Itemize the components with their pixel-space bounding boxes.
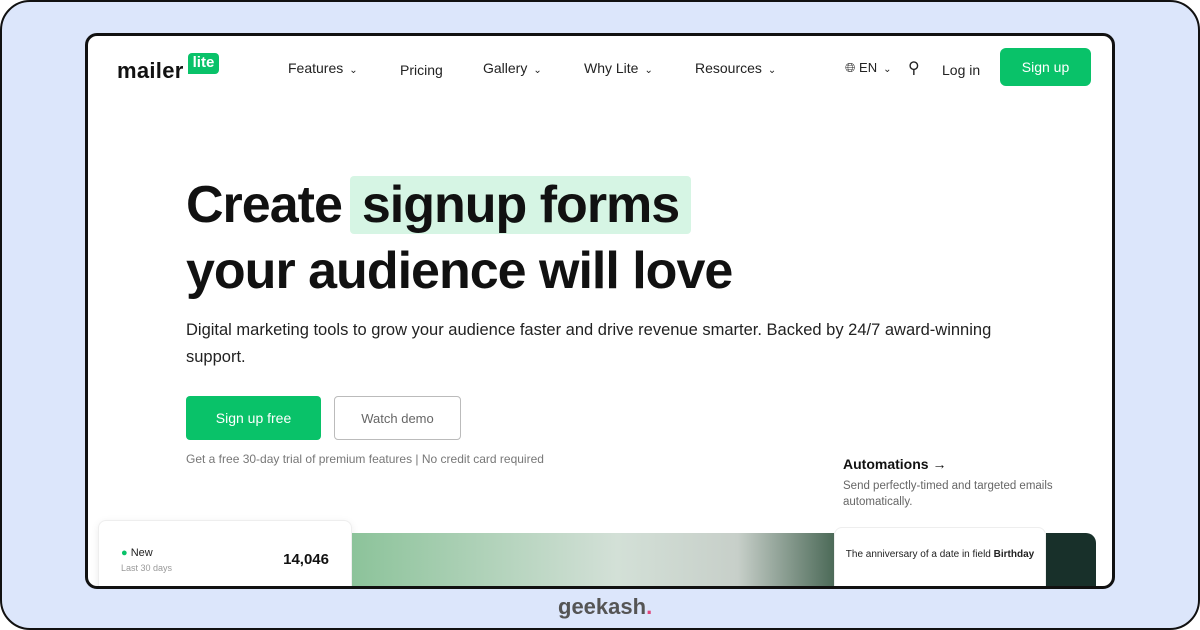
trial-note: Get a free 30-day trial of premium featu… bbox=[186, 452, 544, 466]
chevron-down-icon: ⌄ bbox=[767, 65, 777, 76]
title-start: Create bbox=[186, 176, 343, 234]
trigger-field: Birthday bbox=[993, 549, 1035, 560]
trigger-text: The anniversary of a date in field bbox=[845, 549, 991, 560]
search-icon[interactable]: ⚲ bbox=[908, 58, 920, 78]
nav-features[interactable]: Features ⌄ bbox=[288, 60, 358, 76]
automations-feature[interactable]: Automations → Send perfectly-timed and t… bbox=[843, 456, 1053, 510]
signup-button[interactable]: Sign up bbox=[1000, 48, 1091, 86]
signup-free-button[interactable]: Sign up free bbox=[186, 396, 321, 440]
lang-label: EN bbox=[859, 60, 878, 75]
stat-label-text: New bbox=[130, 547, 153, 559]
chevron-down-icon: ⌄ bbox=[883, 64, 892, 75]
browser-window: mailer lite Features ⌄ Pricing Gallery ⌄ W… bbox=[85, 33, 1115, 589]
hero-image bbox=[352, 533, 834, 586]
mailerlite-logo[interactable]: mailer lite bbox=[117, 53, 220, 84]
nav-resources[interactable]: Resources ⌄ bbox=[695, 60, 776, 76]
brand-name: geekash bbox=[558, 594, 647, 619]
nav-label: Why Lite bbox=[584, 60, 639, 76]
nav-why-lite[interactable]: Why Lite ⌄ bbox=[584, 60, 653, 76]
title-highlight: signup forms bbox=[349, 176, 692, 234]
geekash-logo: geekash. bbox=[558, 594, 652, 620]
automations-title: Automations → bbox=[843, 456, 947, 472]
chevron-down-icon: ⌄ bbox=[533, 65, 542, 76]
title-line2: your audience will love bbox=[186, 242, 733, 300]
language-selector[interactable]: 🌐︎ EN ⌄ bbox=[845, 60, 891, 76]
dark-panel bbox=[1046, 533, 1096, 586]
chevron-down-icon: ⌄ bbox=[644, 65, 653, 76]
nav-label: Gallery bbox=[483, 60, 528, 76]
logo-text: mailer bbox=[117, 58, 184, 83]
login-link[interactable]: Log in bbox=[942, 62, 980, 78]
nav-label: Resources bbox=[695, 60, 762, 76]
nav-pricing[interactable]: Pricing bbox=[400, 62, 443, 78]
nav-label: Pricing bbox=[400, 62, 443, 78]
hero-subtitle: Digital marketing tools to grow your aud… bbox=[186, 321, 992, 366]
stat-value: 14,046 bbox=[283, 551, 329, 568]
stat-period: Last 30 days bbox=[121, 563, 173, 573]
automations-desc: Send perfectly-timed and targeted emails… bbox=[843, 480, 1053, 508]
trigger-card: The anniversary of a date in field Birth… bbox=[834, 527, 1046, 586]
hero-title: Create signup forms your audience will lov… bbox=[186, 172, 733, 304]
globe-icon: 🌐︎ bbox=[845, 60, 856, 75]
status-dot-icon: ● bbox=[121, 547, 128, 559]
stat-label: ● New bbox=[121, 547, 153, 559]
nav-label: Features bbox=[288, 60, 344, 76]
brand-dot: . bbox=[646, 594, 653, 619]
watch-demo-button[interactable]: Watch demo bbox=[334, 396, 461, 440]
nav-gallery[interactable]: Gallery ⌄ bbox=[483, 60, 542, 76]
logo-badge: lite bbox=[187, 53, 220, 74]
chevron-down-icon: ⌄ bbox=[349, 65, 358, 76]
subscriber-stat-card: ● New Last 30 days 14,046 bbox=[98, 520, 352, 586]
